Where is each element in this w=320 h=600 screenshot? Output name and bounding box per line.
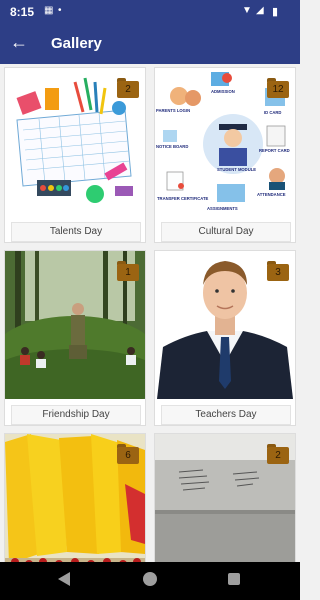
album-card-5[interactable]: 6 [4, 433, 146, 562]
album-card-talents-day[interactable]: 2 Talents Day [4, 67, 146, 243]
folder-icon-count: 3 [267, 264, 289, 281]
album-title: Cultural Day [161, 222, 291, 242]
photo-count-badge: 1 [117, 261, 139, 281]
folder-icon-count: 6 [117, 447, 139, 464]
folder-icon-count: 2 [117, 81, 139, 98]
image-text-4: NOTICE BOARD [156, 144, 188, 149]
photo-count-badge: 12 [267, 78, 289, 98]
image-text-7: TRANSFER CERTIFICATE [157, 196, 209, 201]
album-grid: 2 Talents Day PARENTS LOGIN ADMISSION ID… [0, 64, 300, 562]
photo-count-badge: 3 [267, 261, 289, 281]
folder-icon-count: 1 [117, 264, 139, 281]
image-text-5: STUDENT MODULE [217, 167, 256, 172]
album-card-6[interactable]: 2 [154, 433, 296, 562]
page-title: Gallery [51, 35, 102, 52]
signal-icon: ◢ [256, 5, 264, 16]
photo-count-badge: 6 [117, 444, 139, 464]
album-title: Talents Day [11, 222, 141, 242]
nav-home-icon[interactable] [143, 572, 157, 586]
wifi-icon: ▼ [242, 5, 252, 16]
image-text-3: ID CARD [264, 110, 281, 115]
status-bar: 8:15 ▦ • ▼ ◢ ▮ [0, 0, 300, 24]
image-text-6: REPORT CARD [259, 148, 290, 153]
app-bar: ← Gallery [0, 24, 300, 64]
image-text-9: ATTENDANCE [257, 192, 286, 197]
album-card-friendship-day[interactable]: 1 Friendship Day [4, 250, 146, 426]
image-text-1: PARENTS LOGIN [156, 108, 190, 113]
folder-icon-count: 2 [267, 447, 289, 464]
dot-icon: • [58, 5, 62, 16]
album-card-cultural-day[interactable]: PARENTS LOGIN ADMISSION ID CARD NOTICE B… [154, 67, 296, 243]
album-card-teachers-day[interactable]: 3 Teachers Day [154, 250, 296, 426]
image-text-2: ADMISSION [211, 89, 235, 94]
notification-icon: ▦ [44, 5, 54, 16]
album-title: Teachers Day [161, 405, 291, 425]
folder-icon-count: 12 [267, 81, 289, 98]
image-text-8: ASSIGNMENTS [207, 206, 238, 211]
status-time: 8:15 [10, 5, 35, 19]
album-title: Friendship Day [11, 405, 141, 425]
nav-back-icon[interactable] [58, 572, 70, 586]
photo-count-badge: 2 [267, 444, 289, 464]
nav-recents-icon[interactable] [228, 573, 240, 585]
battery-icon: ▮ [272, 6, 279, 18]
photo-count-badge: 2 [117, 78, 139, 98]
back-arrow-icon[interactable]: ← [10, 32, 28, 53]
system-nav-bar [0, 562, 300, 600]
